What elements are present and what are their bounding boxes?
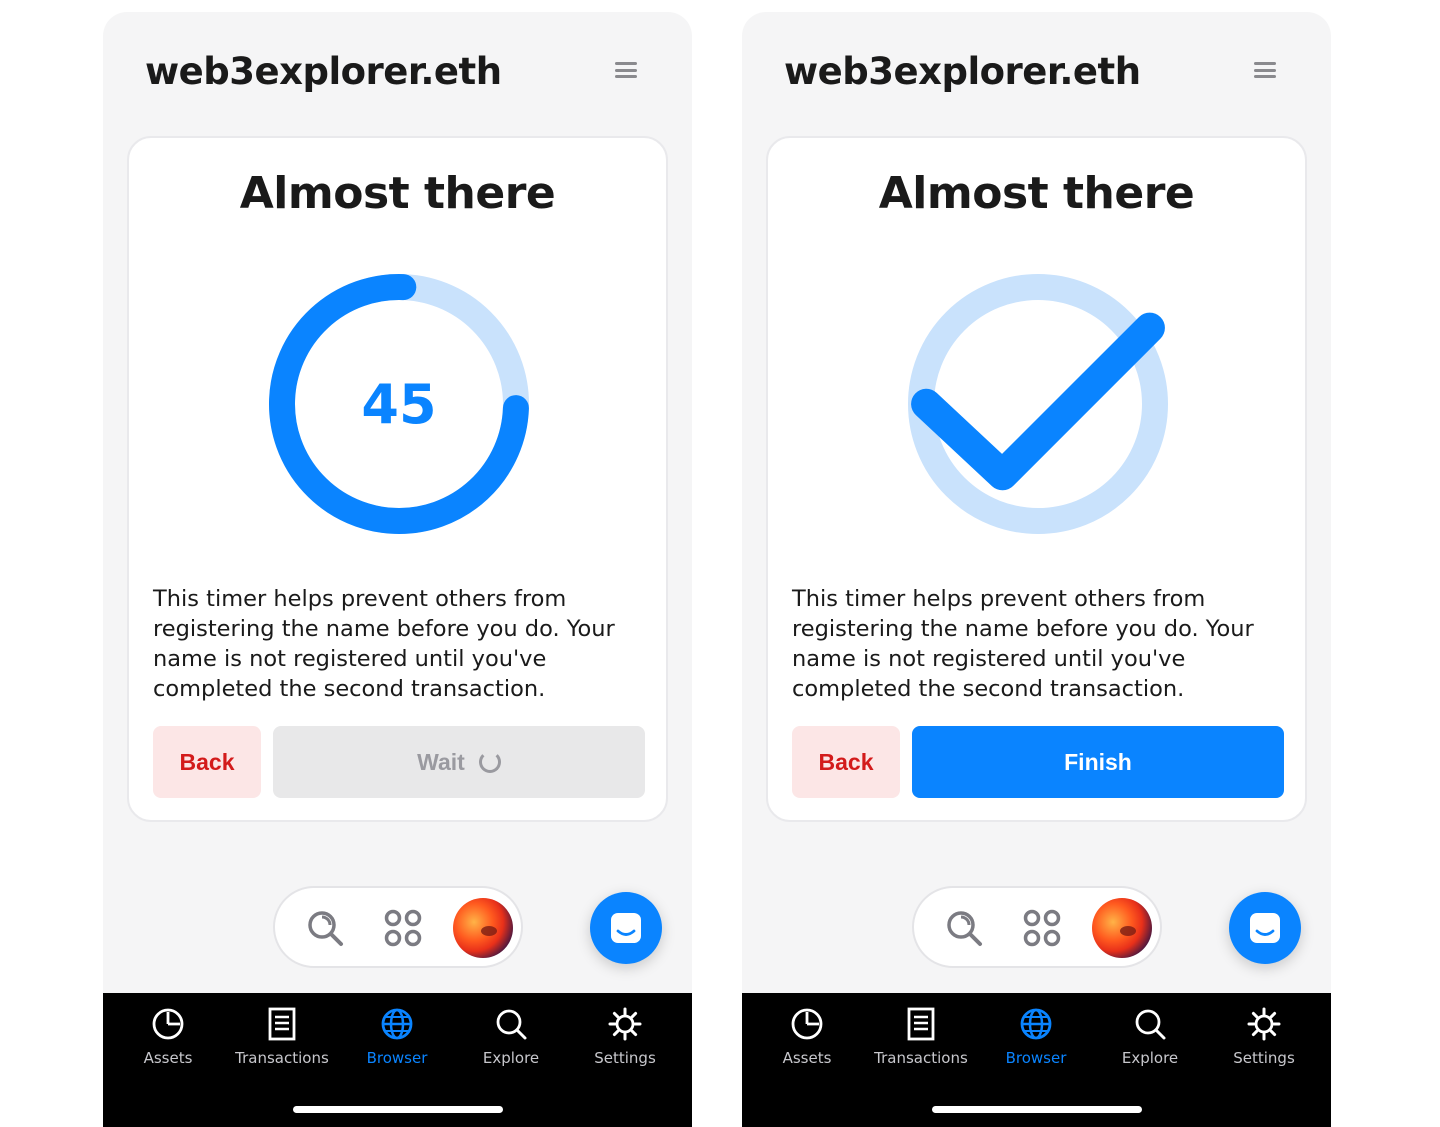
tab-browser[interactable]: Browser — [340, 1007, 454, 1077]
tab-settings[interactable]: Settings — [568, 1007, 682, 1077]
bottom-tab-bar: Assets Transactions Browser Explore Sett… — [742, 993, 1331, 1127]
globe-icon — [1020, 1008, 1052, 1040]
document-icon — [907, 1007, 935, 1041]
tab-browser[interactable]: Browser — [979, 1007, 1093, 1077]
tab-explore[interactable]: Explore — [1093, 1007, 1207, 1077]
countdown-ring — [906, 272, 1170, 536]
tab-transactions[interactable]: Transactions — [864, 1007, 978, 1077]
finish-button-label: Finish — [1064, 748, 1132, 775]
back-button-label: Back — [179, 748, 235, 775]
site-title: web3explorer.eth — [145, 50, 502, 93]
site-title: web3explorer.eth — [784, 50, 1141, 93]
tab-label: Explore — [1121, 1049, 1179, 1067]
back-button-label: Back — [818, 748, 874, 775]
back-button[interactable]: Back — [792, 726, 900, 798]
tab-label: Assets — [143, 1049, 193, 1067]
globe-icon — [381, 1008, 413, 1040]
search-icon — [496, 1009, 527, 1040]
countdown-value: 45 — [361, 372, 437, 436]
user-avatar[interactable] — [1092, 898, 1152, 958]
chat-button[interactable] — [590, 892, 662, 964]
wait-button: Wait — [273, 726, 645, 798]
apps-grid-icon[interactable] — [383, 908, 423, 948]
timer-description: This timer helps prevent others from reg… — [792, 586, 1254, 702]
timer-description: This timer helps prevent others from reg… — [153, 586, 615, 702]
checkmark-icon — [911, 312, 1165, 491]
registration-card: Almost there This timer helps prevent ot… — [766, 136, 1307, 822]
phone-screen-waiting: web3explorer.eth Almost there 45 This ti… — [103, 12, 692, 1127]
chat-icon — [1250, 913, 1280, 943]
finish-button[interactable]: Finish — [912, 726, 1284, 798]
user-avatar[interactable] — [453, 898, 513, 958]
browser-quick-bar — [912, 886, 1162, 968]
chat-button[interactable] — [1229, 892, 1301, 964]
tab-label: Browser — [366, 1049, 428, 1067]
tab-label: Settings — [1233, 1049, 1295, 1067]
home-indicator — [932, 1106, 1142, 1113]
apps-grid-icon[interactable] — [1022, 908, 1062, 948]
wait-button-label: Wait — [417, 748, 465, 775]
tab-label: Assets — [782, 1049, 832, 1067]
back-button[interactable]: Back — [153, 726, 261, 798]
loading-spinner-icon — [478, 751, 501, 773]
tab-label: Transactions — [235, 1049, 329, 1067]
magnifier-icon[interactable] — [944, 908, 984, 948]
hamburger-menu-icon[interactable] — [613, 60, 639, 80]
home-indicator — [293, 1106, 503, 1113]
tab-transactions[interactable]: Transactions — [225, 1007, 339, 1077]
checkmark-container — [906, 272, 1170, 536]
tab-label: Explore — [482, 1049, 540, 1067]
bottom-tab-bar: Assets Transactions Browser Explore Sett… — [103, 993, 692, 1127]
card-title: Almost there — [239, 168, 556, 219]
tab-label: Transactions — [874, 1049, 968, 1067]
hamburger-menu-icon[interactable] — [1252, 60, 1278, 80]
magnifier-icon[interactable] — [305, 908, 345, 948]
chat-icon — [611, 913, 641, 943]
card-title: Almost there — [878, 168, 1195, 219]
gear-icon — [608, 1007, 642, 1041]
tab-settings[interactable]: Settings — [1207, 1007, 1321, 1077]
tab-label: Browser — [1005, 1049, 1067, 1067]
document-icon — [268, 1007, 296, 1041]
gear-icon — [1247, 1007, 1281, 1041]
search-icon — [1135, 1009, 1166, 1040]
countdown-ring: 45 — [267, 272, 531, 536]
tab-assets[interactable]: Assets — [111, 1007, 225, 1077]
tab-assets[interactable]: Assets — [750, 1007, 864, 1077]
phone-screen-complete: web3explorer.eth Almost there This timer… — [742, 12, 1331, 1127]
tab-label: Settings — [594, 1049, 656, 1067]
browser-quick-bar — [273, 886, 523, 968]
pie-chart-icon — [791, 1008, 823, 1040]
tab-explore[interactable]: Explore — [454, 1007, 568, 1077]
pie-chart-icon — [152, 1008, 184, 1040]
registration-card: Almost there 45 This timer helps prevent… — [127, 136, 668, 822]
